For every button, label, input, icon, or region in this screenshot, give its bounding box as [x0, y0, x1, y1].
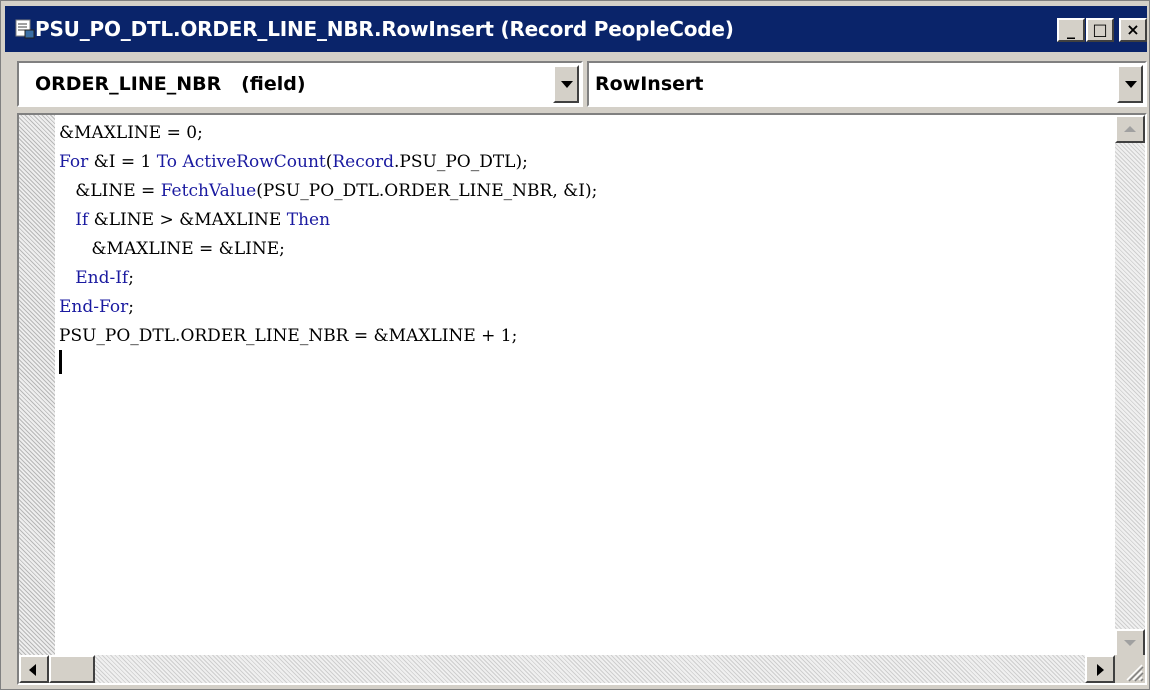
horizontal-scrollbar[interactable]	[19, 655, 1115, 683]
event-selector-value: RowInsert	[595, 73, 704, 95]
vertical-scrollbar[interactable]	[1115, 115, 1145, 657]
code-line: &MAXLINE = &LINE;	[59, 239, 285, 259]
scroll-down-button[interactable]	[1115, 629, 1145, 657]
editor-gutter	[19, 115, 55, 657]
chevron-down-icon[interactable]	[1117, 65, 1143, 103]
maximize-button[interactable]: □	[1086, 18, 1114, 42]
minimize-button[interactable]: _	[1057, 18, 1085, 42]
event-selector-dropdown[interactable]: RowInsert	[587, 61, 1147, 107]
code-line: &MAXLINE = 0;	[59, 123, 203, 143]
code-keyword: Then	[286, 210, 331, 230]
code-line: PSU_PO_DTL.ORDER_LINE_NBR = &MAXLINE + 1…	[59, 326, 518, 346]
window-title: PSU_PO_DTL.ORDER_LINE_NBR.RowInsert (Rec…	[35, 17, 734, 41]
code-keyword: FetchValue	[160, 181, 257, 201]
scroll-right-button[interactable]	[1085, 655, 1115, 683]
field-selector-dropdown[interactable]: ORDER_LINE_NBR (field)	[17, 61, 583, 107]
resize-grip-icon[interactable]	[1115, 655, 1145, 683]
code-keyword: If	[75, 210, 89, 230]
code-keyword: For	[59, 152, 89, 172]
code-keyword: To	[156, 152, 178, 172]
close-button[interactable]: ×	[1119, 18, 1147, 42]
code-line: End-If;	[75, 268, 134, 288]
scroll-up-button[interactable]	[1115, 115, 1145, 143]
peoplecode-editor-window: PSU_PO_DTL.ORDER_LINE_NBR.RowInsert (Rec…	[0, 0, 1150, 690]
maximize-icon: □	[1092, 20, 1108, 39]
field-selector-value: ORDER_LINE_NBR (field)	[35, 73, 306, 95]
minimize-icon: _	[1067, 20, 1075, 39]
code-keyword: Record	[332, 152, 394, 172]
horizontal-scroll-thumb[interactable]	[49, 655, 95, 683]
scroll-left-button[interactable]	[19, 655, 49, 683]
code-area[interactable]: &MAXLINE = 0; For &I = 1 To ActiveRowCou…	[59, 119, 597, 351]
code-editor[interactable]: &MAXLINE = 0; For &I = 1 To ActiveRowCou…	[17, 113, 1147, 685]
peoplecode-document-icon	[15, 19, 35, 39]
title-bar[interactable]: PSU_PO_DTL.ORDER_LINE_NBR.RowInsert (Rec…	[5, 6, 1147, 52]
code-line: If &LINE > &MAXLINE Then	[75, 210, 331, 230]
chevron-down-icon[interactable]	[553, 65, 579, 103]
close-icon: ×	[1126, 20, 1140, 39]
code-line: &LINE = FetchValue(PSU_PO_DTL.ORDER_LINE…	[59, 181, 598, 201]
code-line: End-For;	[59, 297, 134, 317]
code-keyword: ActiveRowCount	[182, 152, 326, 172]
code-keyword: End-For	[59, 297, 129, 317]
code-keyword: End-If	[75, 268, 129, 288]
code-line: For &I = 1 To ActiveRowCount(Record.PSU_…	[59, 152, 528, 172]
text-caret	[59, 350, 62, 374]
